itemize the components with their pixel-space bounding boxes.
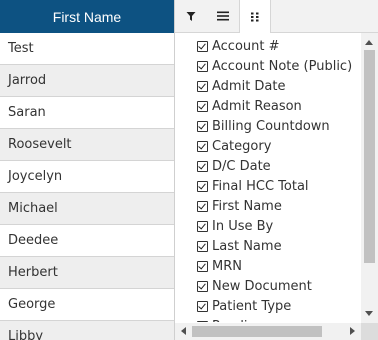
- first-name-cell: Libby: [8, 329, 44, 340]
- checkbox-checked-icon[interactable]: [197, 200, 208, 212]
- checkbox-checked-icon[interactable]: [197, 180, 208, 192]
- grid-rows: Test Jarrod Saran Roosevelt Joycelyn Michael D…: [0, 33, 174, 340]
- column-toggle-label: Admit Date: [212, 78, 286, 94]
- grid-row[interactable]: Joycelyn: [0, 161, 174, 193]
- filter-icon: [186, 11, 196, 21]
- checkbox-checked-icon[interactable]: [197, 120, 208, 132]
- grid-row[interactable]: Jarrod: [0, 65, 174, 97]
- column-menu-tabs: [175, 0, 378, 33]
- tab-general[interactable]: [207, 0, 239, 32]
- first-name-cell: Jarrod: [8, 73, 47, 88]
- first-name-cell: Deedee: [8, 233, 59, 248]
- column-toggle-label: Final HCC Total: [212, 178, 309, 194]
- column-header-label: First Name: [52, 8, 122, 25]
- column-toggle-label: Admit Reason: [212, 98, 302, 114]
- column-list-panel: Account # Account Note (Public) Admit Date…: [175, 33, 378, 340]
- grid-row[interactable]: Michael: [0, 193, 174, 225]
- vertical-scrollbar[interactable]: [361, 33, 378, 323]
- column-toggle-item[interactable]: Admit Reason: [175, 96, 361, 116]
- column-toggle-label: New Document: [212, 278, 312, 294]
- checkbox-checked-icon[interactable]: [197, 300, 208, 312]
- column-menu: Account # Account Note (Public) Admit Date…: [175, 0, 378, 340]
- scroll-left-arrow-icon[interactable]: [181, 327, 186, 335]
- column-toggle-label: Account #: [212, 38, 280, 54]
- column-toggle-item[interactable]: New Document: [175, 276, 361, 296]
- grid-row[interactable]: Saran: [0, 97, 174, 129]
- first-name-cell: Michael: [8, 201, 58, 216]
- grid-row[interactable]: Test: [0, 33, 174, 65]
- general-menu-icon: [217, 11, 229, 21]
- column-toggle-label: MRN: [212, 258, 242, 274]
- column-toggle-label: Account Note (Public): [212, 58, 353, 74]
- column-toggle-item[interactable]: In Use By: [175, 216, 361, 236]
- column-toggle-item[interactable]: MRN: [175, 256, 361, 276]
- column-toggle-item[interactable]: Admit Date: [175, 76, 361, 96]
- scrollbar-corner: [361, 323, 378, 340]
- grid-row[interactable]: Roosevelt: [0, 129, 174, 161]
- column-toggle-label: Pending: [212, 319, 264, 323]
- first-name-cell: Test: [8, 41, 34, 56]
- columns-icon: [251, 12, 259, 21]
- checkbox-checked-icon[interactable]: [197, 260, 208, 272]
- grid-row[interactable]: Deedee: [0, 225, 174, 257]
- first-name-cell: Roosevelt: [8, 137, 72, 152]
- app-root: First Name Test Jarrod Saran Roosevelt Joyce…: [0, 0, 378, 340]
- checkbox-checked-icon[interactable]: [197, 220, 208, 232]
- column-toggle-item[interactable]: D/C Date: [175, 156, 361, 176]
- column-toggle-item[interactable]: Pending: [175, 316, 361, 322]
- grid-row[interactable]: Libby: [0, 321, 174, 340]
- checkbox-checked-icon[interactable]: [197, 320, 208, 322]
- first-name-cell: Joycelyn: [8, 169, 63, 184]
- checkbox-checked-icon[interactable]: [197, 60, 208, 72]
- scroll-down-arrow-icon[interactable]: [365, 311, 373, 316]
- column-toggle-label: D/C Date: [212, 158, 271, 174]
- scroll-up-arrow-icon[interactable]: [365, 40, 373, 45]
- column-toggle-item[interactable]: First Name: [175, 196, 361, 216]
- column-toggle-label: Last Name: [212, 238, 282, 254]
- grid-row[interactable]: Herbert: [0, 257, 174, 289]
- horizontal-scrollbar[interactable]: [175, 323, 361, 340]
- column-list: Account # Account Note (Public) Admit Date…: [175, 36, 361, 322]
- scroll-right-arrow-icon[interactable]: [350, 327, 355, 335]
- column-toggle-label: Category: [212, 138, 272, 154]
- grid-row[interactable]: George: [0, 289, 174, 321]
- first-name-cell: George: [8, 297, 56, 312]
- column-toggle-item[interactable]: Last Name: [175, 236, 361, 256]
- checkbox-checked-icon[interactable]: [197, 280, 208, 292]
- column-toggle-item[interactable]: Patient Type: [175, 296, 361, 316]
- column-toggle-item[interactable]: Category: [175, 136, 361, 156]
- tab-columns[interactable]: [239, 0, 271, 33]
- checkbox-checked-icon[interactable]: [197, 80, 208, 92]
- checkbox-checked-icon[interactable]: [197, 140, 208, 152]
- first-name-column-header[interactable]: First Name: [0, 0, 174, 33]
- checkbox-checked-icon[interactable]: [197, 240, 208, 252]
- column-toggle-item[interactable]: Account #: [175, 36, 361, 56]
- column-toggle-label: Patient Type: [212, 298, 292, 314]
- column-toggle-label: First Name: [212, 198, 282, 214]
- column-toggle-item[interactable]: Billing Countdown: [175, 116, 361, 136]
- column-toggle-label: In Use By: [212, 218, 274, 234]
- checkbox-checked-icon[interactable]: [197, 160, 208, 172]
- checkbox-checked-icon[interactable]: [197, 40, 208, 52]
- first-name-cell: Saran: [8, 105, 46, 120]
- column-toggle-item[interactable]: Final HCC Total: [175, 176, 361, 196]
- tab-filter[interactable]: [175, 0, 207, 32]
- column-toggle-label: Billing Countdown: [212, 118, 330, 134]
- horizontal-scroll-thumb[interactable]: [192, 326, 322, 337]
- checkbox-checked-icon[interactable]: [197, 100, 208, 112]
- column-toggle-item[interactable]: Account Note (Public): [175, 56, 361, 76]
- first-name-cell: Herbert: [8, 265, 58, 280]
- first-name-column: First Name Test Jarrod Saran Roosevelt Joyce…: [0, 0, 175, 340]
- vertical-scroll-thumb[interactable]: [364, 50, 375, 263]
